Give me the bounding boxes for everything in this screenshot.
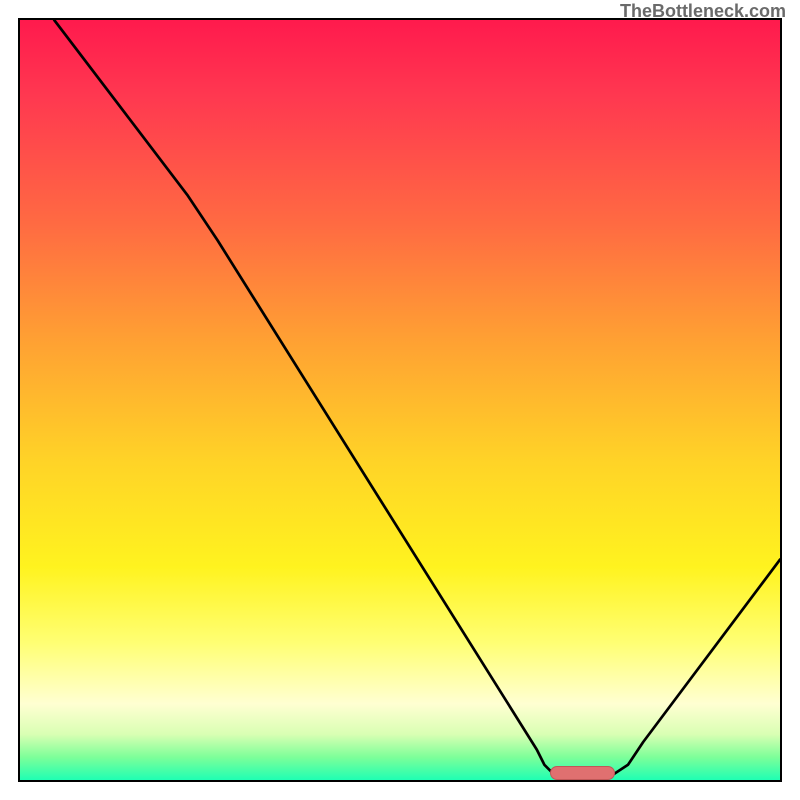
gradient-fill bbox=[20, 20, 780, 780]
optimum-marker bbox=[550, 766, 615, 780]
plot-area bbox=[20, 20, 780, 780]
plot-border bbox=[18, 18, 782, 782]
chart-frame: TheBottleneck.com bbox=[0, 0, 800, 800]
